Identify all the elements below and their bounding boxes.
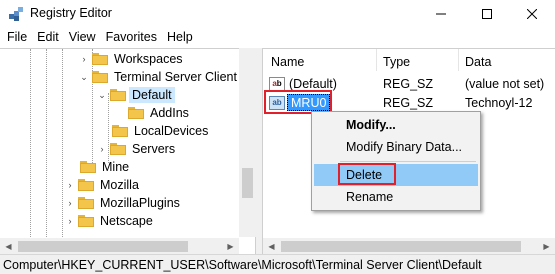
title-bar: Registry Editor: [0, 0, 555, 28]
menu-file[interactable]: File: [2, 28, 32, 48]
tree-item-addins[interactable]: AddIns: [126, 104, 192, 122]
list-horizontal-scrollbar[interactable]: ◀ ▶: [263, 238, 555, 254]
tree-item-label-selected: Default: [129, 87, 175, 103]
folder-icon: [110, 143, 126, 155]
column-header-name[interactable]: Name: [271, 55, 304, 69]
string-value-icon: ab: [269, 77, 285, 91]
folder-open-icon: [110, 89, 126, 101]
tree-vertical-scrollbar[interactable]: [239, 48, 256, 237]
close-icon: [527, 9, 537, 19]
folder-icon: [128, 107, 144, 119]
value-type: REG_SZ: [383, 77, 434, 91]
tree-item-mozillaplugins[interactable]: › MozillaPlugins: [64, 194, 183, 212]
tree-guide-line: [62, 49, 63, 254]
tree-item-label: Workspaces: [114, 52, 183, 66]
menu-favorites[interactable]: Favorites: [101, 28, 162, 48]
chevron-right-icon[interactable]: ›: [64, 194, 76, 212]
tree-item-label: MozillaPlugins: [100, 196, 180, 210]
tree-horizontal-scrollbar[interactable]: ◀ ▶: [0, 238, 239, 254]
folder-icon: [112, 125, 128, 137]
scroll-thumb[interactable]: [18, 241, 188, 252]
folder-icon: [78, 197, 94, 209]
scroll-left-icon[interactable]: ◀: [0, 238, 17, 254]
context-menu: Modify... Modify Binary Data... Delete R…: [311, 111, 481, 211]
tree-item-label: Mozilla: [100, 178, 139, 192]
scroll-thumb[interactable]: [242, 168, 253, 198]
tree-item-label: Mine: [102, 160, 130, 174]
scroll-left-icon[interactable]: ◀: [263, 238, 280, 254]
minimize-icon: [436, 13, 446, 15]
tree-guide-line: [46, 49, 47, 254]
tree-item-default[interactable]: ⌄ Default: [96, 86, 175, 104]
tree-item-terminal-server-client[interactable]: ⌄ Terminal Server Client: [78, 68, 240, 86]
maximize-button[interactable]: [464, 0, 510, 28]
value-data: (value not set): [465, 77, 545, 91]
tree-item-label: LocalDevices: [134, 124, 209, 138]
folder-icon: [80, 161, 96, 173]
tree-item-servers[interactable]: › Servers: [96, 140, 178, 158]
folder-icon: [78, 179, 94, 191]
tree-item-workspaces[interactable]: › Workspaces: [78, 50, 186, 68]
status-bar-path: Computer\HKEY_CURRENT_USER\Software\Micr…: [0, 254, 555, 274]
chevron-right-icon[interactable]: ›: [64, 176, 76, 194]
menu-view[interactable]: View: [64, 28, 101, 48]
tree-item-mozilla[interactable]: › Mozilla: [64, 176, 142, 194]
menu-separator: [340, 161, 476, 162]
menu-item-modify[interactable]: Modify...: [314, 114, 478, 136]
tree-guide-line: [30, 49, 31, 254]
chevron-right-icon[interactable]: ›: [64, 212, 76, 230]
tree-item-label: Servers: [132, 142, 176, 156]
delete-highlight-box: [338, 163, 396, 185]
value-name: (Default): [289, 77, 337, 91]
menu-item-rename[interactable]: Rename: [314, 186, 478, 208]
value-type: REG_SZ: [383, 96, 434, 110]
tree-item-label: Terminal Server Client: [114, 70, 237, 84]
tree-item-mine[interactable]: Mine: [78, 158, 132, 176]
chevron-right-icon[interactable]: ›: [78, 50, 90, 68]
column-header-data[interactable]: Data: [465, 55, 491, 69]
tree-item-netscape[interactable]: › Netscape: [64, 212, 156, 230]
column-divider[interactable]: [376, 49, 377, 71]
registry-tree[interactable]: › Workspaces ⌄ Terminal Server Client ⌄ …: [0, 48, 256, 254]
folder-open-icon: [92, 71, 108, 83]
menu-item-modify-binary-data[interactable]: Modify Binary Data...: [314, 136, 478, 158]
menu-help[interactable]: Help: [162, 28, 198, 48]
tree-item-localdevices[interactable]: LocalDevices: [110, 122, 211, 140]
registry-editor-icon: [9, 7, 23, 21]
tree-item-label: AddIns: [150, 106, 189, 120]
menu-bar: File Edit View Favorites Help: [0, 28, 555, 48]
chevron-down-icon[interactable]: ⌄: [78, 68, 90, 86]
scroll-right-icon[interactable]: ▶: [538, 238, 555, 254]
chevron-right-icon[interactable]: ›: [96, 140, 108, 158]
close-button[interactable]: [509, 0, 555, 28]
menu-edit[interactable]: Edit: [32, 28, 64, 48]
maximize-icon: [482, 9, 492, 19]
value-data: Technoyl-12: [465, 96, 533, 110]
chevron-down-icon[interactable]: ⌄: [96, 86, 108, 104]
scroll-thumb[interactable]: [281, 241, 521, 252]
tree-item-label: Netscape: [100, 214, 153, 228]
minimize-button[interactable]: [418, 0, 464, 28]
column-header-type[interactable]: Type: [383, 55, 410, 69]
column-divider[interactable]: [458, 49, 459, 71]
folder-icon: [92, 53, 108, 65]
scroll-right-icon[interactable]: ▶: [222, 238, 239, 254]
window-title: Registry Editor: [30, 6, 112, 20]
folder-icon: [78, 215, 94, 227]
